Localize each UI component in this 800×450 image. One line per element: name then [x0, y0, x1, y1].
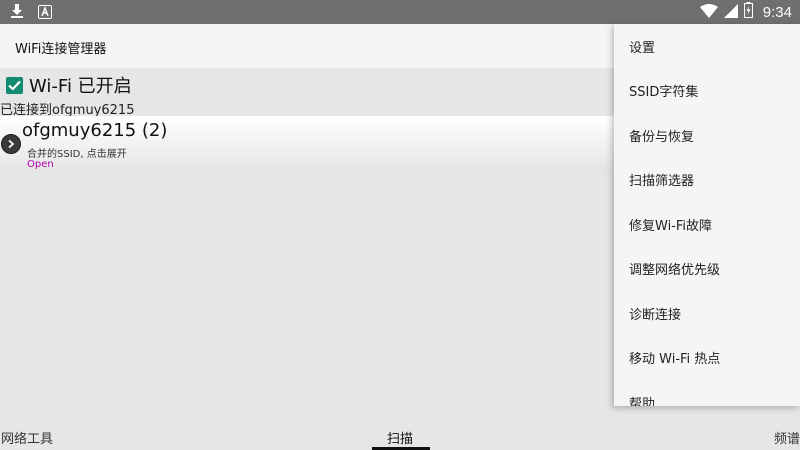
menu-item-ssid-charset[interactable]: SSID字符集	[614, 69, 800, 114]
status-bar: 9:34	[0, 0, 800, 24]
overflow-menu: 设置 SSID字符集 备份与恢复 扫描筛选器 修复Wi-Fi故障 调整网络优先级…	[614, 24, 800, 406]
wifi-toggle[interactable]: Wi-Fi 已开启	[6, 72, 132, 98]
menu-item-hotspot[interactable]: 移动 Wi-Fi 热点	[614, 336, 800, 381]
battery-icon	[743, 2, 753, 22]
check-icon	[8, 80, 21, 91]
app-title: WiFi连接管理器	[15, 42, 107, 57]
tab-spectrum[interactable]: 频谱	[774, 428, 800, 447]
menu-item-fix-wifi[interactable]: 修复Wi-Fi故障	[614, 202, 800, 247]
chevron-right-icon	[8, 139, 15, 149]
network-subtitle: 合并的SSID, 点击展开	[27, 149, 127, 160]
menu-item-network-priority[interactable]: 调整网络优先级	[614, 247, 800, 292]
network-security: Open	[27, 159, 54, 170]
status-time: 9:34	[762, 3, 792, 21]
wifi-icon	[699, 3, 718, 22]
bottom-tab-bar: 网络工具 扫描 频谱	[0, 420, 800, 450]
menu-item-backup-restore[interactable]: 备份与恢复	[614, 113, 800, 158]
menu-item-diagnose[interactable]: 诊断连接	[614, 291, 800, 336]
menu-item-scan-filter[interactable]: 扫描筛选器	[614, 158, 800, 203]
expand-button[interactable]	[1, 134, 21, 154]
wifi-toggle-label: Wi-Fi 已开启	[29, 76, 132, 97]
tab-network-tools[interactable]: 网络工具	[1, 428, 53, 447]
download-icon	[10, 3, 24, 23]
wifi-checkbox[interactable]	[6, 76, 23, 94]
signal-icon	[723, 3, 738, 22]
network-name: ofgmuy6215 (2)	[22, 120, 168, 141]
menu-item-settings[interactable]: 设置	[614, 24, 800, 69]
tab-scan[interactable]: 扫描	[387, 428, 413, 447]
menu-item-help[interactable]: 帮助	[614, 380, 800, 406]
app-notification-icon	[38, 4, 52, 23]
